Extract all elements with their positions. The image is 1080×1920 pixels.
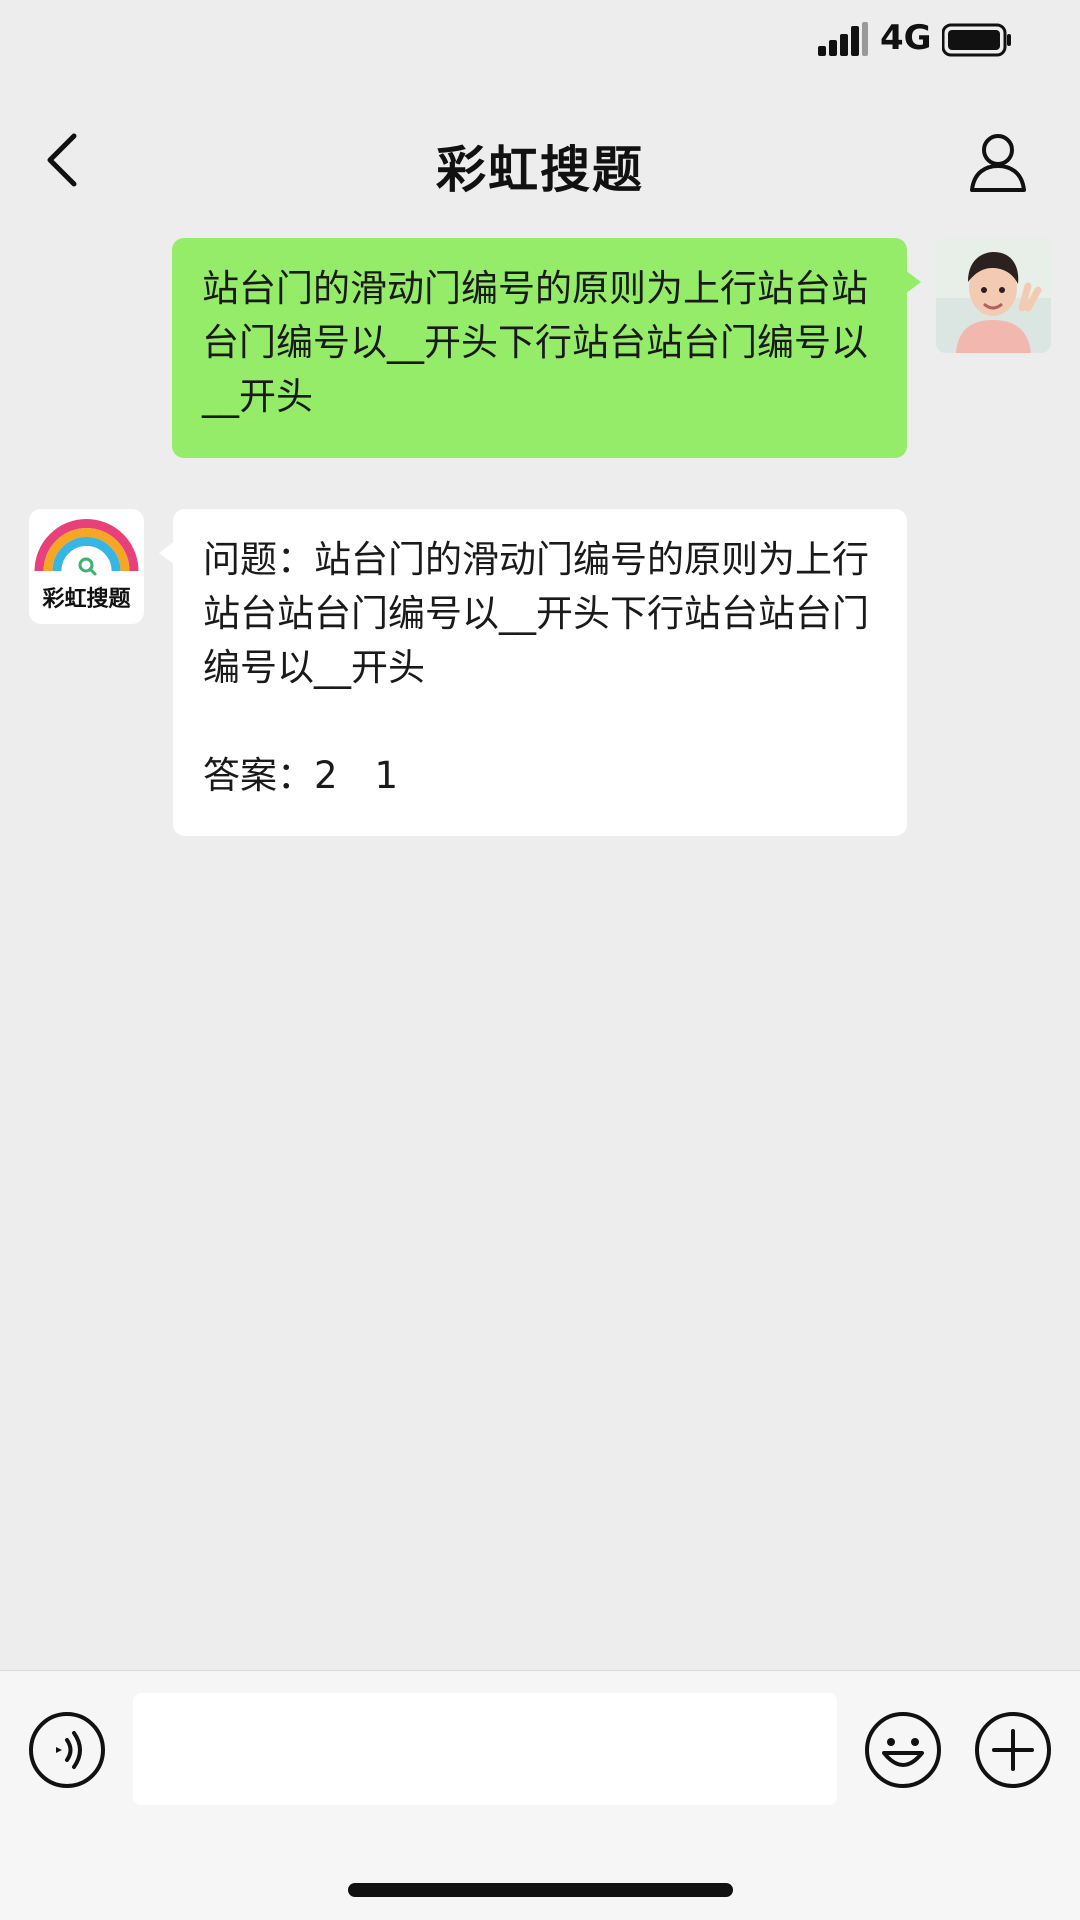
battery-icon — [942, 23, 1011, 57]
sent-message-bubble[interactable]: 站台门的滑动门编号的原则为上行站台站台门编号以__开头下行站台站台门编号以__开… — [172, 238, 921, 458]
bot-logo-text: 彩虹搜题 — [42, 587, 131, 612]
page-title: 彩虹搜题 — [436, 141, 644, 199]
question-text: 问题：站台门的滑动门编号的原则为上行站台站台门编号以__开头下行站台站台门编号以… — [203, 538, 869, 689]
plus-icon[interactable] — [974, 1711, 1052, 1789]
person-icon[interactable] — [966, 130, 1030, 194]
message-input[interactable] — [133, 1693, 837, 1805]
child-photo-icon — [936, 238, 1051, 353]
answer-text: 答案：2 1 — [203, 754, 399, 797]
signal-bars-icon — [818, 22, 868, 56]
rainbow-logo-icon — [34, 519, 139, 576]
emoji-icon[interactable] — [864, 1711, 942, 1789]
voice-icon[interactable] — [28, 1711, 106, 1789]
network-type: 4G — [880, 18, 932, 58]
bot-avatar[interactable]: 彩虹搜题 — [29, 509, 144, 624]
status-bar: 4G — [0, 0, 1080, 84]
received-message-bubble[interactable]: 问题：站台门的滑动门编号的原则为上行站台站台门编号以__开头下行站台站台门编号以… — [159, 509, 907, 836]
chat-screen: 4G 彩虹搜题 站台门的滑动门编号的原则为上行站台站台门编号以__开头下行站台站… — [0, 0, 1080, 1920]
sent-message-text: 站台门的滑动门编号的原则为上行站台站台门编号以__开头下行站台站台门编号以__开… — [202, 267, 868, 418]
home-indicator[interactable] — [348, 1883, 733, 1897]
user-avatar[interactable] — [936, 238, 1051, 353]
navigation-bar: 彩虹搜题 — [0, 110, 1080, 210]
